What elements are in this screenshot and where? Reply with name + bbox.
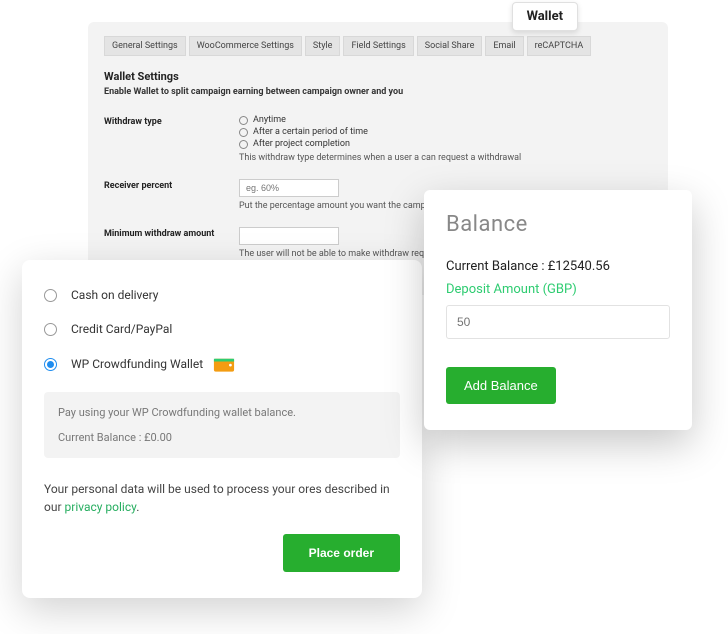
withdraw-type-label: Withdraw type — [104, 115, 239, 163]
balance-current: Current Balance : £12540.56 — [446, 259, 670, 274]
receiver-percent-input[interactable] — [239, 179, 339, 197]
balance-title: Balance — [446, 212, 670, 237]
withdraw-option-label: After a certain period of time — [253, 127, 368, 137]
balance-card: Balance Current Balance : £12540.56 Depo… — [424, 190, 692, 430]
privacy-notice: Your personal data will be used to proce… — [44, 480, 400, 516]
withdraw-help-text: This withdraw type determines when a use… — [239, 153, 652, 163]
wallet-info-text: Pay using your WP Crowdfunding wallet ba… — [58, 406, 386, 419]
tab-woocommerce-settings[interactable]: WooCommerce Settings — [189, 36, 302, 56]
pay-option-cod[interactable]: Cash on delivery — [44, 288, 400, 302]
tab-field-settings[interactable]: Field Settings — [343, 36, 413, 56]
wallet-settings-subheading: Enable Wallet to split campaign earning … — [104, 87, 652, 97]
settings-tabs: General Settings WooCommerce Settings St… — [104, 36, 652, 56]
minimum-withdraw-input[interactable] — [239, 227, 339, 245]
radio-icon — [44, 289, 57, 302]
tab-social-share[interactable]: Social Share — [417, 36, 483, 56]
deposit-amount-label: Deposit Amount (GBP) — [446, 282, 670, 297]
checkout-panel: Cash on delivery Credit Card/PayPal WP C… — [22, 260, 422, 598]
withdraw-option-label: After project completion — [253, 139, 350, 149]
deposit-amount-input[interactable] — [446, 305, 670, 339]
privacy-policy-link[interactable]: privacy policy — [65, 500, 137, 514]
place-order-button[interactable]: Place order — [283, 534, 400, 572]
privacy-period: . — [136, 500, 139, 514]
tab-general-settings[interactable]: General Settings — [104, 36, 186, 56]
wallet-settings-heading: Wallet Settings — [104, 70, 652, 83]
withdraw-type-row: Withdraw type Anytime After a certain pe… — [104, 115, 652, 163]
radio-icon — [44, 323, 57, 336]
pay-option-card[interactable]: Credit Card/PayPal — [44, 322, 400, 336]
tab-email[interactable]: Email — [485, 36, 523, 56]
pay-option-label: Credit Card/PayPal — [71, 322, 172, 336]
radio-icon-selected — [44, 358, 57, 371]
withdraw-option-anytime[interactable]: Anytime — [239, 115, 652, 125]
withdraw-option-completion[interactable]: After project completion — [239, 139, 652, 149]
pay-option-label: Cash on delivery — [71, 288, 158, 302]
receiver-percent-label: Receiver percent — [104, 179, 239, 211]
wallet-tooltip: Wallet — [512, 2, 578, 31]
wallet-current-balance: Current Balance : £0.00 — [58, 431, 386, 444]
pay-option-label: WP Crowdfunding Wallet — [71, 357, 203, 371]
add-balance-button[interactable]: Add Balance — [446, 367, 556, 404]
minimum-withdraw-label: Minimum withdraw amount — [104, 227, 239, 259]
tab-style[interactable]: Style — [305, 36, 341, 56]
withdraw-option-period[interactable]: After a certain period of time — [239, 127, 652, 137]
wallet-info-box: Pay using your WP Crowdfunding wallet ba… — [44, 392, 400, 458]
pay-option-wallet[interactable]: WP Crowdfunding Wallet — [44, 356, 400, 372]
tab-recaptcha[interactable]: reCAPTCHA — [527, 36, 592, 56]
withdraw-option-label: Anytime — [253, 115, 286, 125]
wallet-icon — [213, 356, 235, 372]
